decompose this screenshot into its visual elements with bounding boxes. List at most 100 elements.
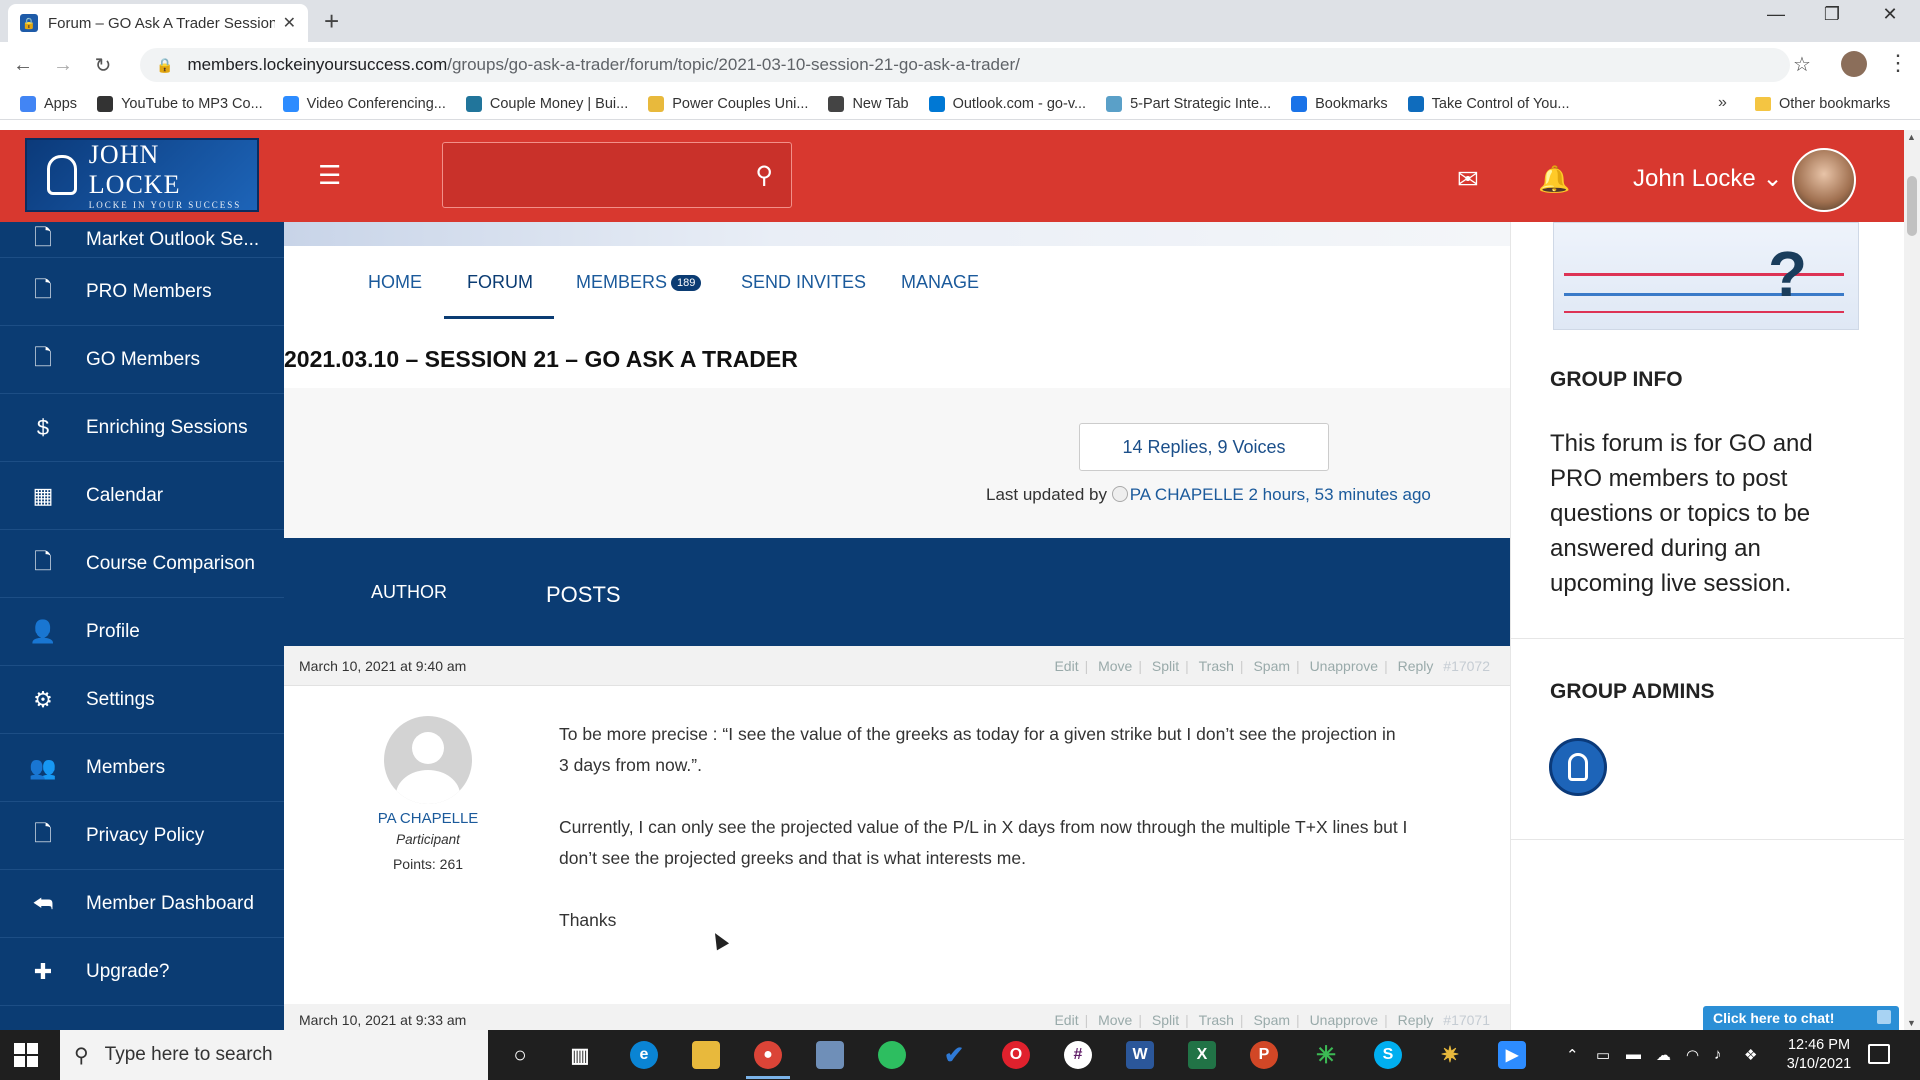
other-bookmarks[interactable]: Other bookmarks	[1755, 88, 1890, 120]
sidebar-item-enriching-sessions[interactable]: $ Enriching Sessions	[0, 394, 284, 462]
zoom-icon[interactable]: ▶	[1498, 1041, 1526, 1069]
taskbar-search-input[interactable]: ⚲ Type here to search	[60, 1030, 488, 1080]
wifi-icon[interactable]: ◠	[1686, 1046, 1699, 1064]
bookmark-item[interactable]: New Tab	[828, 95, 909, 112]
sidebar-item-calendar[interactable]: ▦ Calendar	[0, 462, 284, 530]
bookmark-item[interactable]: Outlook.com - go-v...	[928, 95, 1086, 112]
powerpoint-icon[interactable]: P	[1250, 1041, 1278, 1069]
app-star-icon[interactable]: ✷	[1436, 1041, 1464, 1069]
evernote-icon[interactable]	[878, 1041, 906, 1069]
todo-check-icon[interactable]: ✔	[940, 1041, 968, 1069]
word-icon[interactable]: W	[1126, 1041, 1154, 1069]
chrome-icon[interactable]: ●	[754, 1041, 782, 1069]
notifications-icon[interactable]	[1868, 1044, 1890, 1064]
onedrive-icon[interactable]: ☁	[1656, 1046, 1671, 1064]
address-bar[interactable]: 🔒 members.lockeinyoursuccess.com/groups/…	[140, 48, 1790, 82]
post-id-link[interactable]: #17072	[1443, 658, 1490, 674]
sidebar-item-members[interactable]: 👥 Members	[0, 734, 284, 802]
spam-link[interactable]: Spam	[1253, 658, 1290, 674]
system-clock[interactable]: 12:46 PM 3/10/2021	[1774, 1036, 1864, 1074]
page-scrollbar[interactable]: ▲ ▼	[1904, 130, 1920, 1030]
forward-button[interactable]: →	[46, 54, 80, 77]
user-avatar[interactable]	[1792, 148, 1856, 212]
trash-link[interactable]: Trash	[1199, 1012, 1234, 1028]
sidebar-item-pro-members[interactable]: 🗋 PRO Members	[0, 258, 284, 326]
app-green-icon[interactable]: ✳	[1312, 1041, 1340, 1069]
browser-profile-avatar[interactable]	[1841, 51, 1867, 77]
bookmark-item[interactable]: 5-Part Strategic Inte...	[1106, 95, 1271, 112]
site-logo[interactable]: JOHN LOCKE LOCKE IN YOUR SUCCESS	[25, 138, 259, 212]
hamburger-menu-icon[interactable]: ☰	[318, 160, 341, 191]
tray-overflow-icon[interactable]: ⌃	[1566, 1046, 1579, 1064]
back-button[interactable]: ←	[6, 54, 40, 77]
tab-members[interactable]: MEMBERS 189	[576, 272, 702, 293]
post-id-link[interactable]: #17071	[1443, 1012, 1490, 1028]
last-updated-time-link[interactable]: 2 hours, 53 minutes ago	[1248, 485, 1430, 504]
author-avatar[interactable]	[384, 716, 472, 804]
sidebar-item-settings[interactable]: ⚙ Settings	[0, 666, 284, 734]
scroll-up-icon[interactable]: ▲	[1907, 132, 1916, 142]
cortana-icon[interactable]: ○	[506, 1041, 534, 1069]
sidebar-item-privacy-policy[interactable]: 🗋 Privacy Policy	[0, 802, 284, 870]
bookmark-star-icon[interactable]: ☆	[1793, 52, 1811, 77]
scroll-down-icon[interactable]: ▼	[1907, 1018, 1916, 1028]
minimize-button[interactable]: —	[1748, 4, 1804, 25]
sidebar-item-course-comparison[interactable]: 🗋 Course Comparison	[0, 530, 284, 598]
scrollbar-thumb[interactable]	[1907, 176, 1917, 236]
user-menu[interactable]: John Locke ⌄	[1633, 164, 1783, 193]
sidebar-item-upgrade[interactable]: ✚ Upgrade?	[0, 938, 284, 1006]
group-admin-avatar[interactable]	[1549, 738, 1607, 796]
browser-menu-icon[interactable]: ⋮	[1887, 50, 1909, 76]
battery-icon[interactable]: ▬	[1626, 1046, 1641, 1063]
bookmarks-overflow-button[interactable]: »	[1718, 94, 1727, 112]
tray-meet-icon[interactable]: ▭	[1596, 1046, 1610, 1064]
sidebar-item-member-dashboard[interactable]: ⮪ Member Dashboard	[0, 870, 284, 938]
slack-icon[interactable]: #	[1064, 1041, 1092, 1069]
trash-link[interactable]: Trash	[1199, 658, 1234, 674]
new-tab-button[interactable]: +	[324, 6, 339, 37]
search-icon[interactable]: ⚲	[755, 161, 773, 190]
move-link[interactable]: Move	[1098, 658, 1132, 674]
bookmark-item[interactable]: Apps	[20, 95, 77, 112]
close-window-button[interactable]: ✕	[1862, 4, 1918, 25]
unapprove-link[interactable]: Unapprove	[1310, 658, 1379, 674]
bookmark-item[interactable]: Couple Money | Bui...	[465, 95, 628, 112]
tab-home[interactable]: HOME	[368, 272, 422, 293]
reply-link[interactable]: Reply	[1398, 1012, 1434, 1028]
chat-button[interactable]: Click here to chat!	[1703, 1006, 1899, 1030]
edge-browser-icon[interactable]: e	[630, 1041, 658, 1069]
opera-icon[interactable]: O	[1002, 1041, 1030, 1069]
task-view-icon[interactable]: ▥	[566, 1041, 594, 1069]
restore-button[interactable]: ❐	[1804, 4, 1860, 25]
move-link[interactable]: Move	[1098, 1012, 1132, 1028]
bookmark-item[interactable]: YouTube to MP3 Co...	[97, 95, 263, 112]
sidebar-item-go-members[interactable]: 🗋 GO Members	[0, 326, 284, 394]
dropbox-icon[interactable]: ❖	[1744, 1046, 1757, 1064]
messages-icon[interactable]: ✉	[1457, 164, 1479, 195]
windows-start-icon[interactable]	[14, 1043, 38, 1067]
notifications-bell-icon[interactable]: 🔔	[1538, 164, 1570, 195]
split-link[interactable]: Split	[1152, 1012, 1179, 1028]
spam-link[interactable]: Spam	[1253, 1012, 1290, 1028]
bookmark-item[interactable]: Bookmarks	[1291, 95, 1388, 112]
tab-forum[interactable]: FORUM	[467, 272, 533, 293]
close-tab-icon[interactable]: ✕	[283, 13, 296, 33]
chat-expand-icon[interactable]	[1877, 1010, 1891, 1024]
split-link[interactable]: Split	[1152, 658, 1179, 674]
sidebar-item-profile[interactable]: 👤 Profile	[0, 598, 284, 666]
bookmark-item[interactable]: Video Conferencing...	[282, 95, 446, 112]
reply-link[interactable]: Reply	[1398, 658, 1434, 674]
bookmark-item[interactable]: Power Couples Uni...	[648, 95, 808, 112]
sidebar-item-market-outlook-se[interactable]: 🗋 Market Outlook Se...	[0, 222, 284, 258]
last-updated-user-link[interactable]: PA CHAPELLE	[1130, 485, 1244, 504]
excel-icon[interactable]: X	[1188, 1041, 1216, 1069]
skype-icon[interactable]: S	[1374, 1041, 1402, 1069]
edit-link[interactable]: Edit	[1054, 658, 1078, 674]
notepad-icon[interactable]	[816, 1041, 844, 1069]
browser-tab[interactable]: 🔒 Forum – GO Ask A Trader Session ✕	[8, 4, 308, 42]
site-search-input[interactable]: ⚲	[442, 142, 792, 208]
volume-icon[interactable]: ♪	[1714, 1046, 1722, 1063]
tab-send-invites[interactable]: SEND INVITES	[741, 272, 866, 293]
unapprove-link[interactable]: Unapprove	[1310, 1012, 1379, 1028]
tab-manage[interactable]: MANAGE	[901, 272, 979, 293]
